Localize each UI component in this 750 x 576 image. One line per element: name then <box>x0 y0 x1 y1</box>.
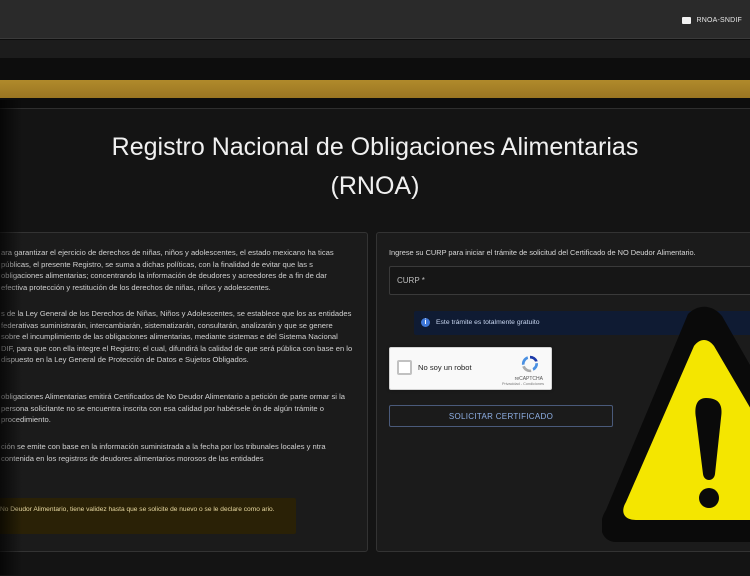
page-title: Registro Nacional de Obligaciones Alimen… <box>0 128 750 206</box>
curp-placeholder: CURP * <box>397 276 425 285</box>
recaptcha-logo-icon <box>521 355 539 373</box>
top-bar: RNOA-SNDIF <box>0 0 750 39</box>
recaptcha-label: No soy un robot <box>418 363 472 372</box>
page-title-line-1: Registro Nacional de Obligaciones Alimen… <box>111 133 639 161</box>
request-certificate-button[interactable]: SOLICITAR CERTIFICADO <box>389 405 613 427</box>
paragraph-4: ción se emite con base en la información… <box>1 442 326 463</box>
form-instruction: Ingrese su CURP para iniciar el trámite … <box>389 248 696 257</box>
validity-notice-text: No Deudor Alimentario, tiene validez has… <box>0 506 275 513</box>
paragraph-1: ara garantizar el ejercicio de derechos … <box>1 248 334 292</box>
paragraph-2: s de la Ley General de los Derechos de N… <box>1 309 353 364</box>
recaptcha-checkbox[interactable] <box>397 360 412 375</box>
nav-strip <box>0 40 750 58</box>
recaptcha-widget: No soy un robot reCAPTCHA Privacidad - C… <box>389 347 552 390</box>
flag-icon <box>682 17 692 24</box>
gold-band <box>0 80 750 98</box>
recaptcha-links[interactable]: Privacidad - Condiciones <box>502 382 544 386</box>
free-service-text: Este trámite es totalmente gratuito <box>436 319 540 326</box>
curp-input[interactable]: CURP * <box>389 266 750 295</box>
info-icon: i <box>421 318 430 327</box>
brand-label: RNOA-SNDIF <box>696 17 742 24</box>
warning-triangle-icon <box>602 306 750 542</box>
page-title-line-2: (RNOA) <box>330 172 420 200</box>
validity-notice: No Deudor Alimentario, tiene validez has… <box>0 498 296 534</box>
site-brand[interactable]: RNOA-SNDIF <box>682 17 742 24</box>
paragraph-3: obligaciones Alimentarias emitirá Certif… <box>1 392 345 424</box>
